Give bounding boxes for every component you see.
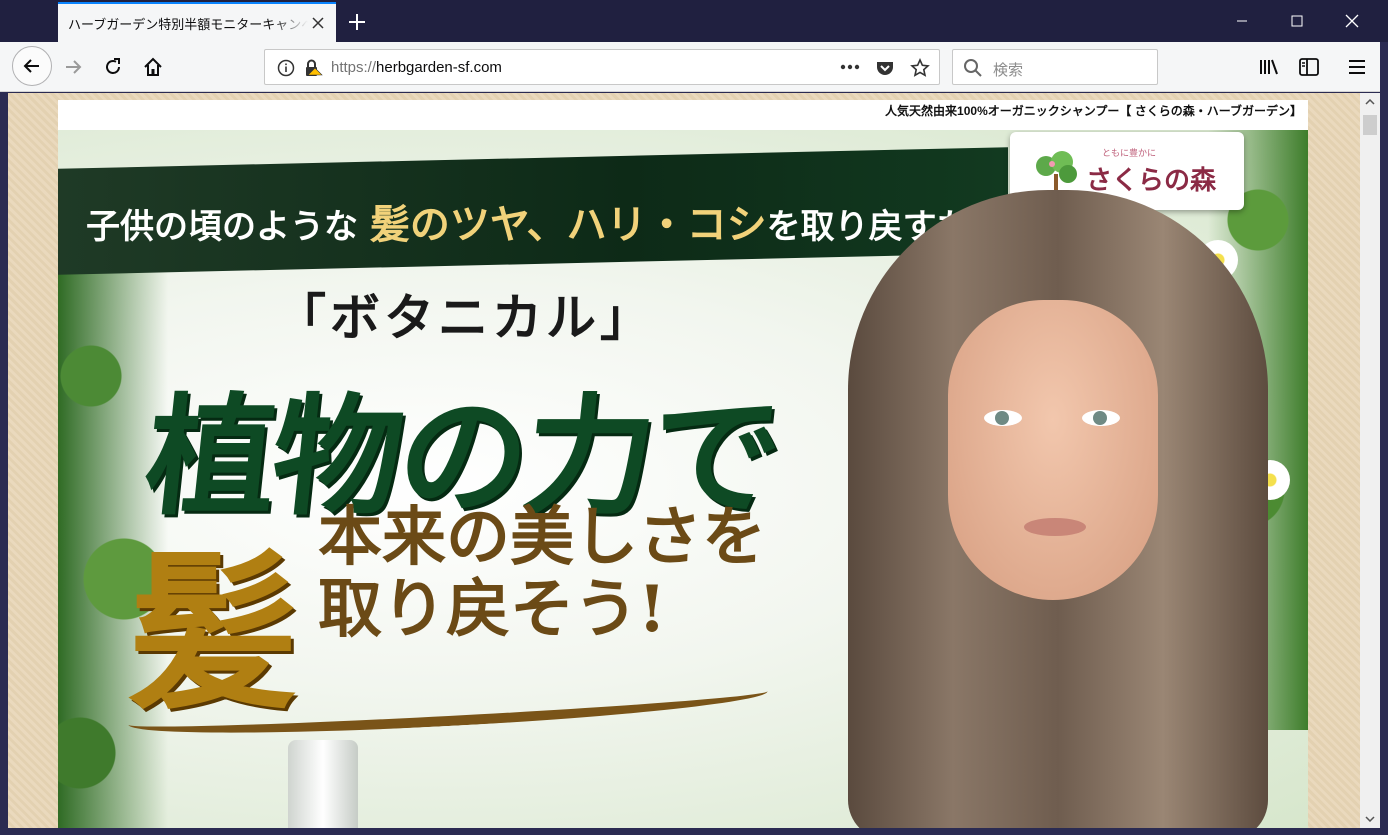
reload-icon (106, 58, 120, 74)
window-frame-right (1380, 42, 1388, 835)
shampoo-bottle (288, 740, 358, 828)
eye-left (984, 410, 1022, 426)
insecure-lock-icon[interactable] (303, 58, 323, 78)
title-bar: ハーブガーデン特別半額モニターキャンペーン (0, 0, 1388, 42)
back-button[interactable] (12, 46, 52, 86)
nav-toolbar: https://herbgarden-sf.com 検索 (0, 42, 1388, 92)
hamburger-icon (1349, 60, 1365, 74)
banner-highlight: 髪のツヤ、ハリ・コシ (369, 201, 767, 248)
headline-restore-line2: 取り戻そう! (318, 571, 667, 647)
back-arrow-icon (23, 59, 39, 73)
logo-tagline: ともに豊かに (1102, 149, 1157, 159)
hero-banner[interactable]: 子供の頃のような 髪のツヤ、ハリ・コシを取り戻すために ともに豊かに さくらの森 (58, 130, 1308, 828)
forward-arrow-icon (66, 60, 82, 74)
tree-logo-icon (1036, 151, 1077, 190)
banner-pre: 子供の頃のような (86, 207, 358, 247)
home-button[interactable] (136, 50, 170, 84)
search-placeholder: 検索 (993, 61, 1024, 79)
info-icon[interactable] (277, 59, 295, 77)
scrollbar-thumb[interactable] (1363, 115, 1377, 135)
window-close-button[interactable] (1324, 0, 1379, 42)
url-text: https://herbgarden-sf.com (331, 59, 502, 76)
reload-button[interactable] (96, 50, 130, 84)
face (948, 300, 1158, 600)
tab-active[interactable]: ハーブガーデン特別半額モニターキャンペーン (58, 2, 336, 42)
search-icon (964, 59, 982, 77)
page-actions-icon[interactable] (840, 64, 860, 70)
window-frame-left (0, 92, 8, 835)
forward-button[interactable] (56, 50, 90, 84)
headline-restore: 本来の美しさを 取り戻そう! (318, 502, 766, 645)
window-frame-bottom (0, 828, 1388, 835)
home-icon (144, 57, 162, 76)
botanical-heading: 「ボタニカル」 (276, 288, 654, 347)
new-tab-button[interactable] (344, 9, 370, 35)
library-button[interactable] (1252, 50, 1286, 84)
top-caption: 人気天然由来100%オーガニックシャンプー【 さくらの森・ハーブガーデン】 (885, 104, 1302, 118)
page-viewport: 人気天然由来100%オーガニックシャンプー【 さくらの森・ハーブガーデン】 子供… (8, 93, 1360, 828)
url-bar[interactable]: https://herbgarden-sf.com (264, 49, 940, 85)
url-host: herbgarden-sf.com (376, 59, 502, 76)
sidebar-icon (1299, 58, 1319, 76)
lips (1024, 518, 1086, 536)
minimize-button[interactable] (1214, 0, 1269, 42)
search-bar[interactable]: 検索 (952, 49, 1158, 85)
menu-button[interactable] (1340, 50, 1374, 84)
eye-right (1082, 410, 1120, 426)
landing-page: 人気天然由来100%オーガニックシャンプー【 さくらの森・ハーブガーデン】 子供… (58, 100, 1308, 828)
tab-title: ハーブガーデン特別半額モニターキャンペーン (68, 17, 308, 33)
model-portrait (848, 190, 1268, 828)
headline-restore-line1: 本来の美しさを (318, 500, 766, 575)
pocket-icon[interactable] (875, 58, 895, 78)
close-tab-icon[interactable] (308, 13, 328, 33)
sidebar-button[interactable] (1292, 50, 1326, 84)
library-icon (1260, 59, 1278, 75)
vertical-scrollbar[interactable] (1360, 93, 1380, 828)
maximize-button[interactable] (1269, 0, 1324, 42)
bookmark-star-icon[interactable] (910, 58, 930, 78)
scroll-up-arrow-icon[interactable] (1360, 93, 1380, 111)
url-prefix: https:// (331, 59, 377, 76)
scroll-down-arrow-icon[interactable] (1360, 810, 1380, 828)
